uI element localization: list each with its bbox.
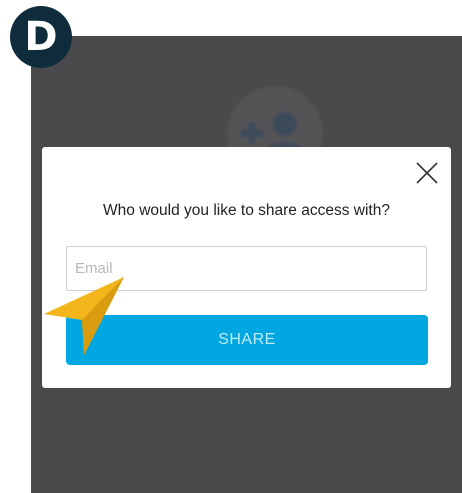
step-badge: D [10,6,72,68]
tutorial-frame: D Who would you like to share access wit… [0,0,462,493]
close-icon [416,162,438,184]
arrow-pointer-icon [44,277,124,355]
close-button[interactable] [412,158,442,188]
share-prompt: Who would you like to share access with? [103,202,390,219]
